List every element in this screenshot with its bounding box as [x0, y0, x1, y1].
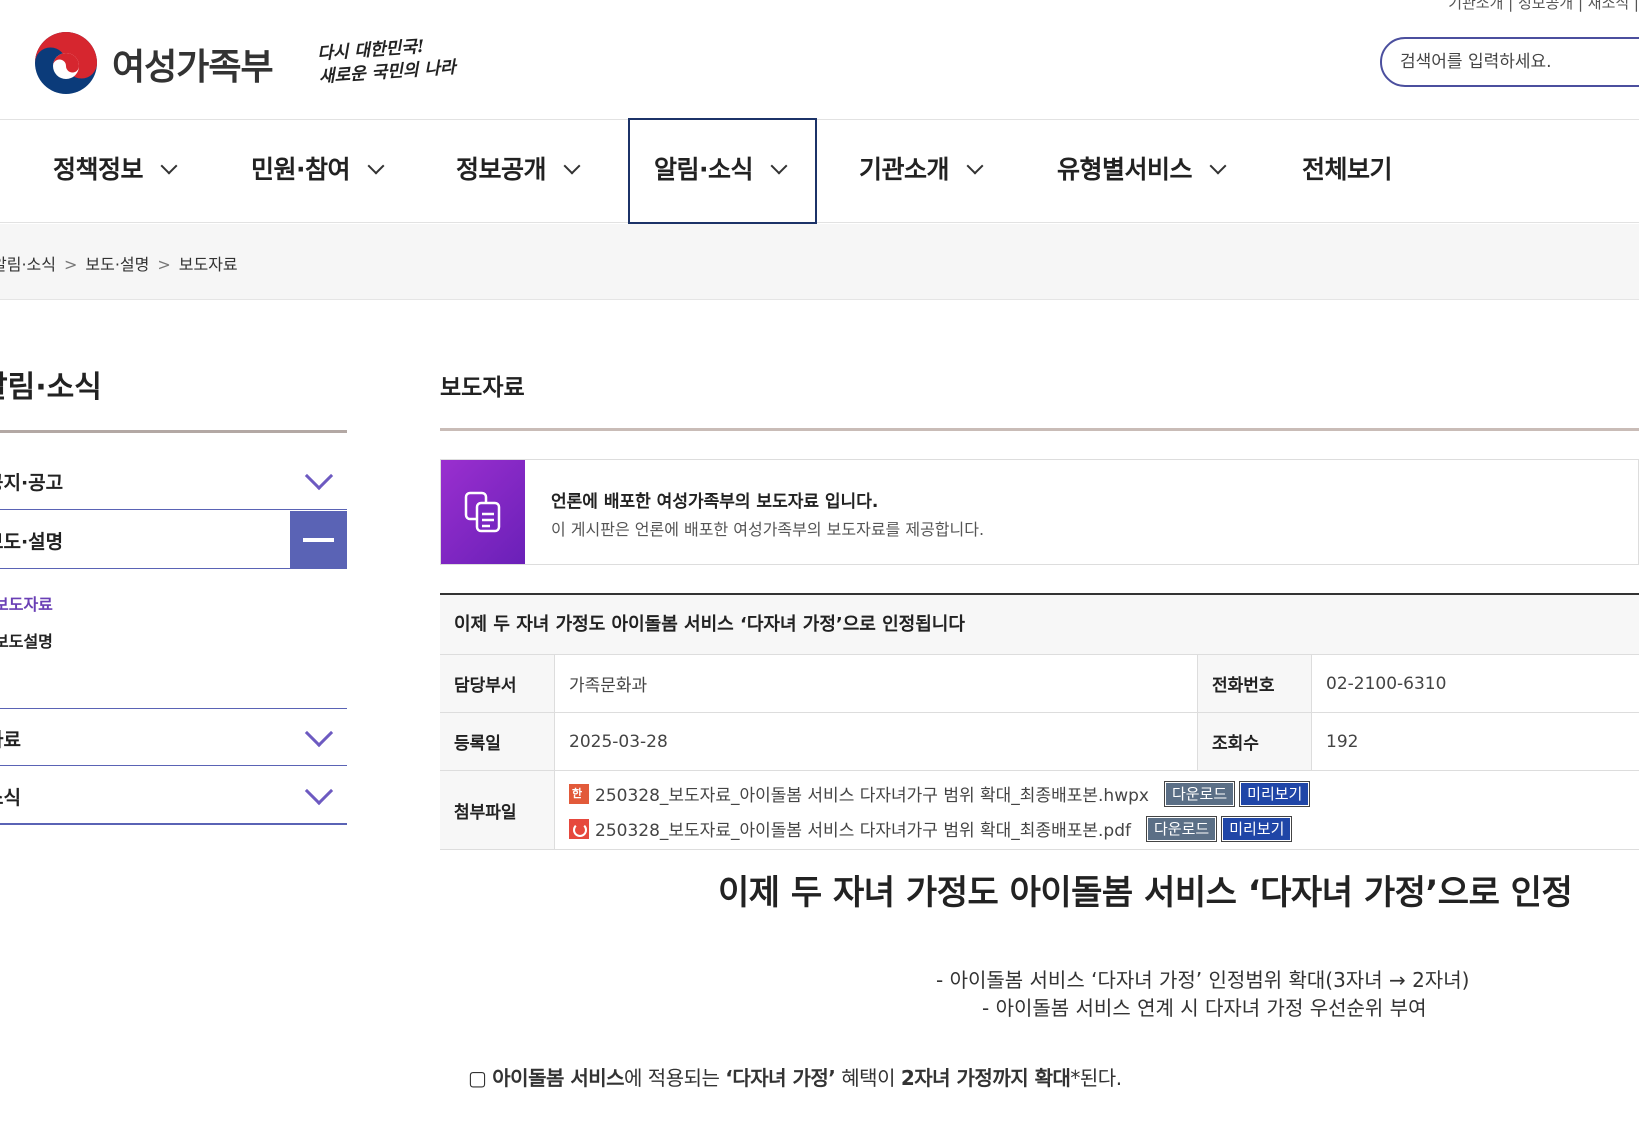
pdf-file-icon	[569, 818, 589, 839]
info-heading: 언론에 배포한 여성가족부의 보도자료 입니다.	[551, 492, 879, 512]
chevron-down-icon	[304, 718, 334, 748]
site-header: 기관소개 | 정보공개 | 새소식 | 여성가족부 다시 대한민국! 새로운 국…	[0, 0, 1639, 120]
gnb-label: 기관소개	[859, 155, 950, 184]
download-button[interactable]: 다운로드	[1145, 815, 1218, 842]
lnb-item-label: 소식	[0, 787, 21, 809]
preview-button[interactable]: 미리보기	[1239, 780, 1311, 807]
breadcrumb-item[interactable]: 알림·소식	[0, 255, 56, 274]
chevron-down-icon	[367, 157, 385, 175]
table-row: 등록일 2025-03-28 조회수 192	[440, 713, 1639, 771]
article-title: 이제 두 자녀 가정도 아이돌봄 서비스 ‘다자녀 가정’으로 인정됩니다	[440, 595, 1639, 655]
lnb-item-news[interactable]: 소식	[0, 767, 347, 825]
attachment-item: 250328_보도자료_아이돌봄 서비스 다자녀가구 범위 확대_최종배포본.h…	[569, 780, 1311, 807]
gnb-about[interactable]: 기관소개	[859, 120, 984, 223]
lnb-item-notices[interactable]: 공지·공고	[0, 452, 347, 510]
phone-value: 02-2100-6310	[1326, 673, 1447, 694]
info-description: 이 게시판은 언론에 배포한 여성가족부의 보도자료를 제공합니다.	[551, 520, 985, 539]
para-bold: 2자녀 가정까지 확대	[900, 1066, 1071, 1090]
lnb-subitem-press-release[interactable]: 보도자료	[0, 591, 53, 615]
article-headline: 이제 두 자녀 가정도 아이돌봄 서비스 ‘다자녀 가정’으로 인정	[718, 873, 1573, 913]
search-input[interactable]: 검색어를 입력하세요.	[1380, 37, 1639, 87]
lnb-divider	[0, 430, 347, 433]
views-label: 조회수	[1197, 713, 1312, 770]
hwp-file-icon	[569, 783, 589, 804]
main-navigation: 정책정보 민원·참여 정보공개 알림·소식 기관소개 유형별서비스 전체보기	[0, 120, 1639, 223]
lnb-title: 알림·소식	[0, 370, 102, 405]
chevron-down-icon	[1209, 157, 1227, 175]
gnb-active-indicator	[628, 118, 817, 224]
attachment-name: 250328_보도자료_아이돌봄 서비스 다자녀가구 범위 확대_최종배포본.p…	[595, 821, 1131, 841]
lnb-item-label: 자료	[0, 729, 21, 751]
board-info-box: 언론에 배포한 여성가족부의 보도자료 입니다. 이 게시판은 언론에 배포한 …	[440, 459, 1639, 565]
article-info-table: 이제 두 자녀 가정도 아이돌봄 서비스 ‘다자녀 가정’으로 인정됩니다 담당…	[440, 593, 1639, 850]
attachment-name: 250328_보도자료_아이돌봄 서비스 다자녀가구 범위 확대_최종배포본.h…	[595, 786, 1149, 806]
title-divider	[440, 428, 1639, 431]
para-bold: ‘다자녀 가정’	[725, 1066, 836, 1090]
download-button[interactable]: 다운로드	[1163, 780, 1236, 807]
para-text: 에 적용되는	[624, 1066, 726, 1090]
breadcrumb-item[interactable]: 보도·설명	[85, 255, 149, 274]
top-utility-links[interactable]: 기관소개 | 정보공개 | 새소식 |	[1448, 0, 1639, 13]
attachment-item: 250328_보도자료_아이돌봄 서비스 다자녀가구 범위 확대_최종배포본.p…	[569, 815, 1293, 842]
breadcrumb-bar: 알림·소식 > 보도·설명 > 보도자료	[0, 224, 1639, 300]
gnb-label: 정책정보	[53, 155, 144, 184]
phone-label: 전화번호	[1197, 655, 1312, 712]
lnb-item-press[interactable]: 보도·설명	[0, 511, 347, 569]
lnb-item-label: 보도·설명	[0, 531, 64, 553]
chevron-down-icon	[304, 776, 334, 806]
government-emblem-icon[interactable]	[33, 30, 99, 96]
gnb-label: 전체보기	[1302, 155, 1393, 184]
breadcrumb-item[interactable]: 보도자료	[179, 255, 238, 274]
gnb-sitemap[interactable]: 전체보기	[1302, 120, 1393, 223]
breadcrumb: 알림·소식 > 보도·설명 > 보도자료	[0, 251, 238, 275]
bullet-box-icon: ▢	[468, 1066, 493, 1090]
ministry-logo-text[interactable]: 여성가족부	[112, 38, 274, 90]
gnb-policy-info[interactable]: 정책정보	[53, 120, 178, 223]
para-bold: 아이돌봄 서비스	[492, 1066, 625, 1090]
gnb-label: 정보공개	[456, 155, 547, 184]
views-value: 192	[1326, 731, 1359, 752]
gnb-services-by-type[interactable]: 유형별서비스	[1057, 120, 1227, 223]
info-icon-panel	[441, 460, 525, 564]
slogan: 다시 대한민국! 새로운 국민의 나라	[317, 33, 470, 89]
attachments-label: 첨부파일	[440, 771, 555, 849]
chevron-down-icon	[160, 157, 178, 175]
lnb-item-label: 공지·공고	[0, 472, 64, 494]
preview-button[interactable]: 미리보기	[1221, 815, 1293, 842]
dept-value: 가족문화과	[569, 676, 648, 696]
article-subheading: - 아이돌봄 서비스 ‘다자녀 가정’ 인정범위 확대(3자녀 → 2자녀)	[936, 968, 1470, 992]
chevron-down-icon	[304, 461, 334, 491]
gnb-civil-participation[interactable]: 민원·참여	[251, 120, 385, 223]
gnb-label: 민원·참여	[251, 155, 351, 184]
date-value: 2025-03-28	[569, 731, 668, 752]
chevron-down-icon	[966, 157, 984, 175]
article-paragraph: ▢ 아이돌봄 서비스에 적용되는 ‘다자녀 가정’ 혜택이 2자녀 가정까지 확…	[468, 1062, 1122, 1091]
table-row: 첨부파일 250328_보도자료_아이돌봄 서비스 다자녀가구 범위 확대_최종…	[440, 771, 1639, 850]
para-text: *된다.	[1070, 1066, 1122, 1090]
chevron-down-icon	[563, 157, 581, 175]
attachments-cell: 250328_보도자료_아이돌봄 서비스 다자녀가구 범위 확대_최종배포본.h…	[555, 771, 1639, 849]
lnb-subitem-press-explanation[interactable]: 보도설명	[0, 628, 53, 652]
dept-label: 담당부서	[440, 655, 555, 712]
collapse-minus-icon[interactable]	[290, 511, 347, 569]
article-subheading: - 아이돌봄 서비스 연계 시 다자녀 가정 우선순위 부여	[982, 996, 1427, 1020]
lnb-item-materials[interactable]: 자료	[0, 708, 347, 766]
document-copy-icon	[464, 491, 501, 533]
chevron-right-icon: >	[157, 255, 171, 274]
gnb-label: 유형별서비스	[1057, 155, 1193, 184]
para-text: 혜택이	[835, 1066, 901, 1090]
page-title: 보도자료	[440, 375, 525, 401]
date-label: 등록일	[440, 713, 555, 770]
table-row: 담당부서 가족문화과 전화번호 02-2100-6310	[440, 655, 1639, 713]
chevron-right-icon: >	[63, 255, 78, 274]
gnb-information-disclosure[interactable]: 정보공개	[456, 120, 581, 223]
